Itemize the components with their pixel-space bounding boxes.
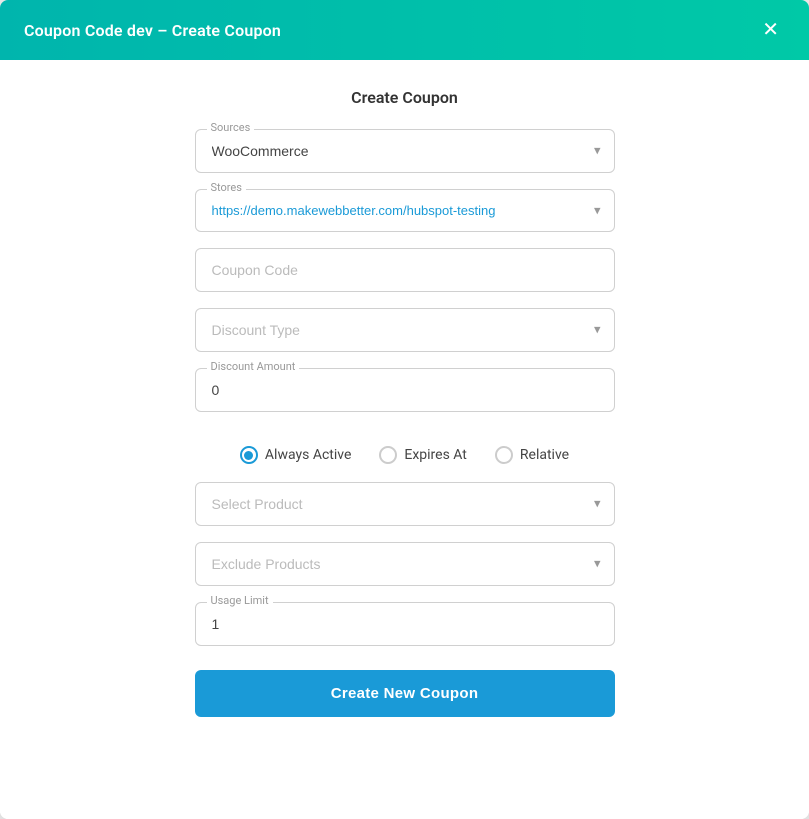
- close-button[interactable]: ✕: [756, 18, 785, 42]
- relative-radio[interactable]: Relative: [495, 446, 569, 464]
- sources-label: Sources: [207, 121, 255, 134]
- expires-at-radio-circle: [379, 446, 397, 464]
- form-content: Create Coupon Sources WooCommerce ▾ Stor…: [195, 60, 615, 763]
- always-active-label: Always Active: [265, 447, 351, 463]
- create-btn-wrapper: Create New Coupon: [195, 662, 615, 717]
- stores-field: Stores https://demo.makewebbetter.com/hu…: [195, 189, 615, 232]
- exclude-products-wrapper: Exclude Products ▾: [195, 542, 615, 586]
- relative-radio-circle: [495, 446, 513, 464]
- exclude-products-select[interactable]: Exclude Products: [195, 542, 615, 586]
- form-title: Create Coupon: [195, 88, 615, 107]
- relative-label: Relative: [520, 447, 569, 463]
- modal-body: Create Coupon Sources WooCommerce ▾ Stor…: [0, 60, 809, 819]
- coupon-code-field: [195, 248, 615, 292]
- stores-select[interactable]: https://demo.makewebbetter.com/hubspot-t…: [195, 189, 615, 232]
- coupon-code-input[interactable]: [195, 248, 615, 292]
- exclude-products-field: Exclude Products ▾: [195, 542, 615, 586]
- sources-field: Sources WooCommerce ▾: [195, 129, 615, 173]
- sources-select[interactable]: WooCommerce: [195, 129, 615, 173]
- discount-type-select-wrapper: Discount Type ▾: [195, 308, 615, 352]
- create-coupon-button[interactable]: Create New Coupon: [195, 670, 615, 717]
- modal-header: Coupon Code dev – Create Coupon ✕: [0, 0, 809, 60]
- modal-container: Coupon Code dev – Create Coupon ✕ Create…: [0, 0, 809, 819]
- discount-amount-field: Discount Amount: [195, 368, 615, 412]
- modal-title: Coupon Code dev – Create Coupon: [24, 21, 281, 40]
- expires-at-radio[interactable]: Expires At: [379, 446, 467, 464]
- usage-limit-field: Usage Limit: [195, 602, 615, 646]
- active-type-radio-group: Always Active Expires At Relative: [195, 428, 615, 482]
- expires-at-label: Expires At: [404, 447, 467, 463]
- select-product-field: Select Product ▾: [195, 482, 615, 526]
- discount-amount-label: Discount Amount: [207, 360, 300, 373]
- stores-label: Stores: [207, 181, 246, 194]
- usage-limit-input[interactable]: [195, 602, 615, 646]
- discount-type-select[interactable]: Discount Type: [195, 308, 615, 352]
- sources-select-wrapper: WooCommerce ▾: [195, 129, 615, 173]
- select-product-select[interactable]: Select Product: [195, 482, 615, 526]
- discount-type-field: Discount Type ▾: [195, 308, 615, 352]
- usage-limit-label: Usage Limit: [207, 594, 273, 607]
- always-active-radio[interactable]: Always Active: [240, 446, 351, 464]
- discount-amount-input[interactable]: [195, 368, 615, 412]
- stores-select-wrapper: https://demo.makewebbetter.com/hubspot-t…: [195, 189, 615, 232]
- always-active-radio-circle: [240, 446, 258, 464]
- select-product-wrapper: Select Product ▾: [195, 482, 615, 526]
